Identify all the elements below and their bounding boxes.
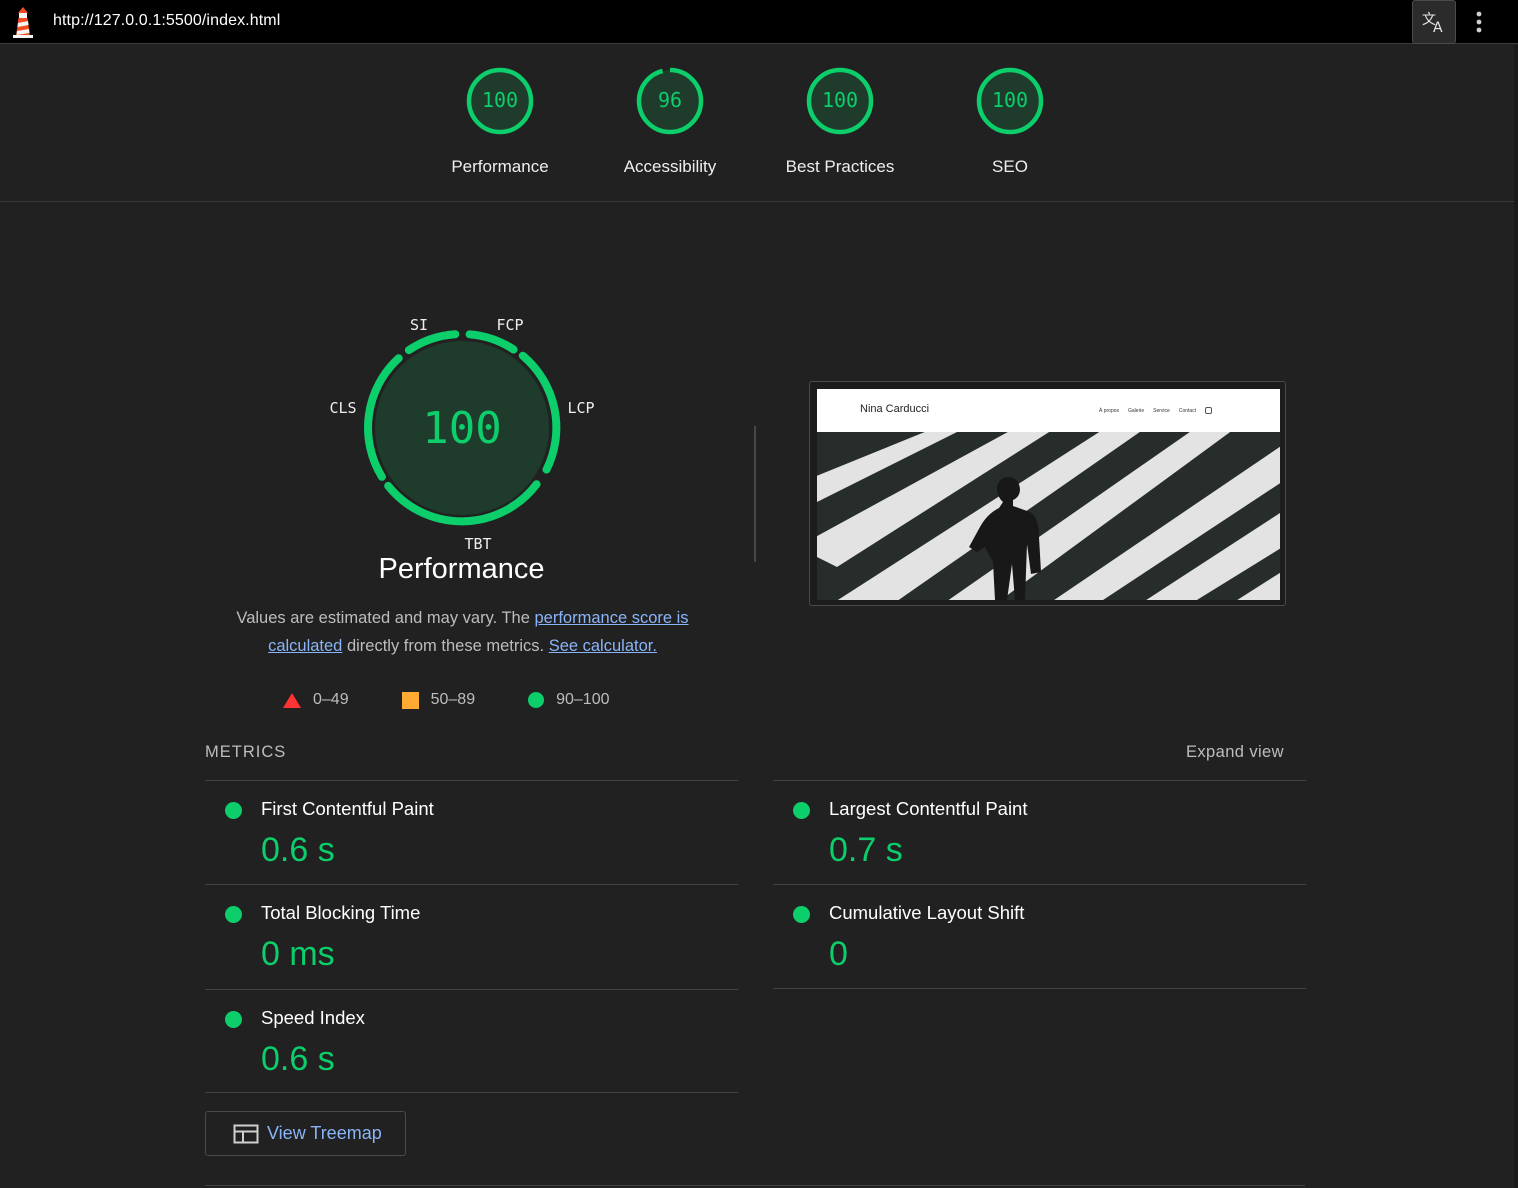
performance-title: Performance [378, 553, 545, 585]
performance-gauge: 100 SI FCP CLS LCP TBT [329, 316, 594, 553]
score-value: 100 [822, 88, 858, 112]
metric-value: 0 [829, 935, 848, 973]
label-lcp: LCP [567, 399, 594, 417]
score-value: 96 [658, 88, 682, 112]
divider [205, 1092, 738, 1093]
label-tbt: TBT [464, 535, 491, 553]
score-value: 100 [482, 88, 518, 112]
metric-value: 0.6 s [261, 1040, 335, 1078]
translate-icon: 文 A [1422, 12, 1443, 34]
expand-view-toggle[interactable]: Expand view [1186, 743, 1284, 762]
pass-circle-icon [793, 802, 810, 819]
metric-name: Largest Contentful Paint [829, 798, 1028, 819]
metrics-title: METRICS [205, 743, 287, 761]
score-gauge: 100 [466, 67, 534, 135]
fail-triangle-icon [283, 692, 301, 708]
label-si: SI [410, 316, 428, 334]
metric-name: Speed Index [261, 1007, 365, 1028]
legend-fail: 0–49 [283, 691, 349, 709]
pass-circle-icon [793, 906, 810, 923]
category-performance[interactable]: 100 Performance [415, 65, 585, 177]
divider [773, 988, 1306, 989]
label-cls: CLS [329, 399, 356, 417]
score-legend: 0–49 50–89 90–100 [283, 688, 662, 712]
category-scores-header: 100 Performance 96 Accessibility 100 Bes… [0, 45, 1518, 202]
final-screenshot[interactable]: Nina Carducci À propos Galerie Service C… [809, 381, 1286, 606]
category-label: Accessibility [623, 157, 717, 176]
label-fcp: FCP [496, 316, 523, 334]
category-label: Performance [451, 157, 549, 176]
category-seo[interactable]: 100 SEO [925, 65, 1095, 177]
average-square-icon [401, 691, 419, 709]
metric-value: 0 ms [261, 935, 335, 973]
screenshot-image: Nina Carducci À propos Galerie Service C… [817, 389, 1280, 600]
category-label: SEO [992, 157, 1028, 176]
category-label: Best Practices [785, 157, 895, 176]
site-header: Nina Carducci À propos Galerie Service C… [817, 389, 1280, 432]
scrollbar-track[interactable] [1514, 45, 1518, 1188]
metric-lcp: Largest Contentful Paint 0.7 s [773, 780, 1306, 885]
performance-score: 100 [422, 403, 501, 454]
pass-circle-icon [225, 906, 242, 923]
more-menu-button[interactable] [1464, 6, 1494, 38]
more-vert-icon [1476, 11, 1482, 33]
category-best-practices[interactable]: 100 Best Practices [755, 65, 925, 177]
metric-value: 0.7 s [829, 831, 903, 869]
metric-cls: Cumulative Layout Shift 0 [773, 884, 1306, 989]
score-gauge: 100 [976, 67, 1044, 135]
category-accessibility[interactable]: 96 Accessibility [585, 65, 755, 177]
see-calculator-link[interactable]: See calculator. [549, 637, 657, 655]
pass-circle-icon [225, 802, 242, 819]
legend-average: 50–89 [401, 691, 475, 709]
metric-tbt: Total Blocking Time 0 ms [205, 884, 738, 989]
pass-circle-icon [225, 1011, 242, 1028]
top-bar: http://127.0.0.1:5500/index.html 文 A [0, 0, 1518, 44]
view-treemap-button[interactable]: View Treemap [205, 1111, 406, 1156]
divider [205, 1185, 1305, 1186]
performance-description: Values are estimated and may vary. The p… [236, 609, 689, 655]
site-nav: À propos Galerie Service Contact [1099, 407, 1213, 414]
legend-pass: 90–100 [528, 691, 609, 709]
translate-button[interactable]: 文 A [1412, 0, 1456, 44]
url-text: http://127.0.0.1:5500/index.html [53, 12, 281, 29]
score-gauge: 96 [636, 67, 704, 135]
site-name: Nina Carducci [860, 403, 930, 415]
svg-text:A: A [1433, 20, 1443, 34]
metric-name: Cumulative Layout Shift [829, 902, 1025, 923]
lighthouse-logo-icon [13, 7, 33, 38]
vertical-divider [754, 426, 756, 562]
pass-circle-icon [528, 692, 545, 708]
hero-image [817, 432, 1280, 600]
metric-si: Speed Index 0.6 s [205, 989, 738, 1094]
metric-name: First Contentful Paint [261, 798, 434, 819]
treemap-icon [233, 1124, 259, 1143]
instagram-icon [1205, 407, 1213, 414]
score-value: 100 [992, 88, 1028, 112]
metric-name: Total Blocking Time [261, 902, 421, 923]
metric-value: 0.6 s [261, 831, 335, 869]
metric-fcp: First Contentful Paint 0.6 s [205, 780, 738, 885]
score-gauge: 100 [806, 67, 874, 135]
